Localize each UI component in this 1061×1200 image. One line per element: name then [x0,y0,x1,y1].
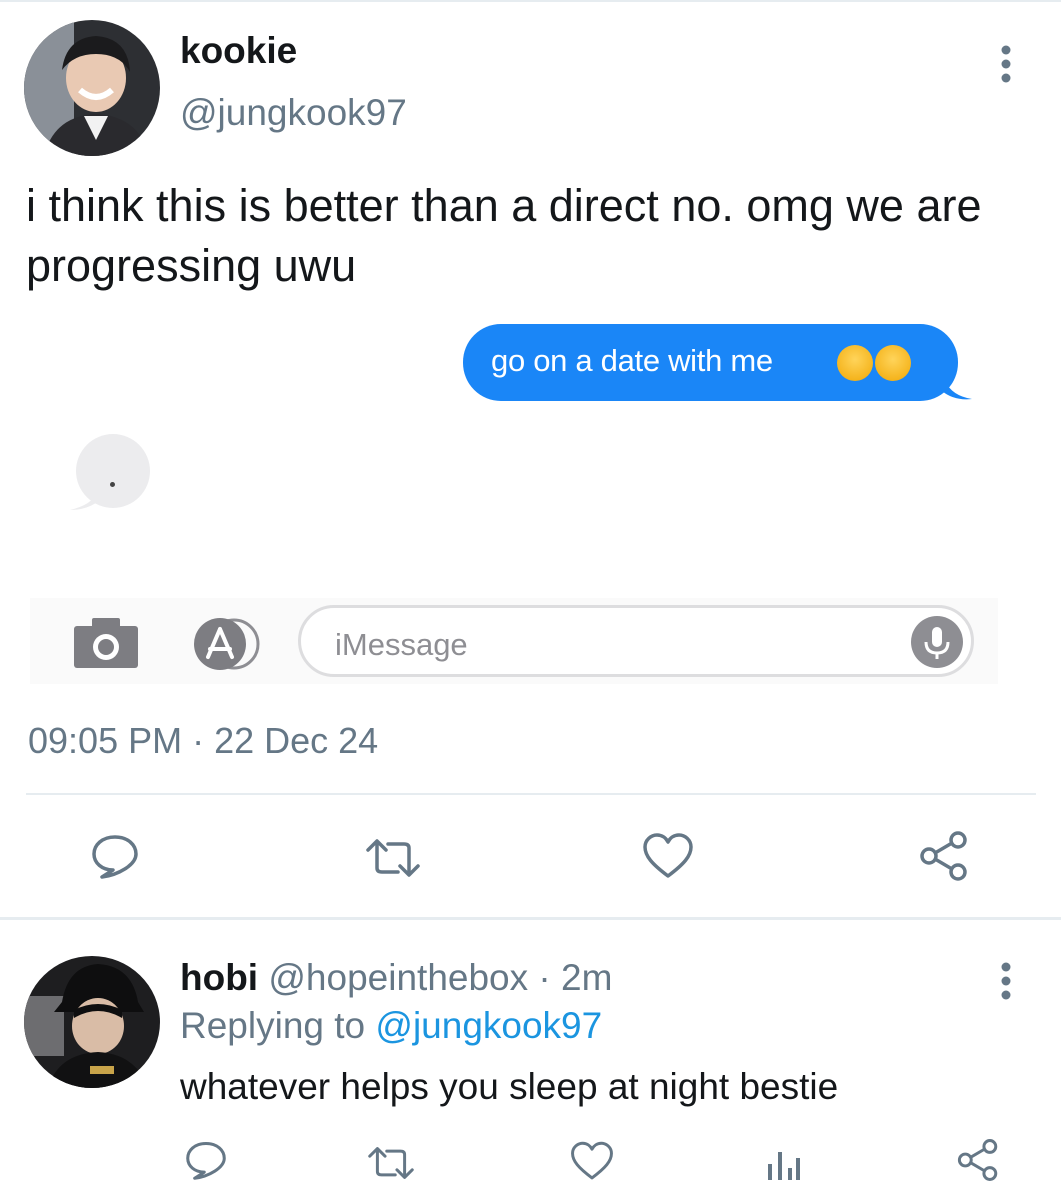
reply-more-options-icon[interactable] [996,961,1016,1006]
more-options-icon[interactable] [996,44,1016,89]
share-icon[interactable] [918,830,970,887]
reply-icon[interactable] [184,1140,228,1185]
camera-icon [72,614,140,675]
imessage-received-bubble [70,434,150,510]
reply-header: hobi @hopeinthebox · 2m [180,957,612,999]
reply-author-avatar[interactable] [24,956,160,1088]
author-avatar[interactable] [24,20,160,156]
imessage-input: iMessage [298,605,974,677]
reply-time[interactable]: 2m [561,957,612,998]
retweet-icon[interactable] [364,838,422,883]
share-icon[interactable] [956,1138,1000,1187]
tweet-timestamp[interactable]: 09:05 PM · 22 Dec 24 [28,720,378,762]
author-handle[interactable]: @jungkook97 [180,92,407,134]
imessage-sent-text: go on a date with me [491,343,773,378]
divider [0,917,1061,920]
replying-to-prefix: Replying to [180,1005,376,1046]
replying-to-line: Replying to @jungkook97 [180,1005,602,1047]
replying-to-link[interactable]: @jungkook97 [375,1005,602,1046]
typing-dot [110,482,115,487]
reply-handle[interactable]: @hopeinthebox [268,957,528,998]
top-divider [0,0,1061,2]
like-icon[interactable] [642,832,694,885]
analytics-icon[interactable] [766,1142,802,1187]
imessage-placeholder: iMessage [335,627,468,662]
smiling-face-with-hearts-icon [837,345,873,381]
reply-icon[interactable] [90,833,140,884]
author-display-name[interactable]: kookie [180,30,297,72]
bubble-tail [942,371,972,400]
imessage-sent-bubble: go on a date with me [463,324,972,401]
microphone-icon [911,616,963,668]
retweet-icon[interactable] [366,1146,416,1185]
reply-display-name[interactable]: hobi [180,957,258,998]
bubble-tail [70,486,100,510]
divider [26,793,1036,795]
app-store-icon [180,617,266,676]
reply-separator: · [528,957,562,998]
tweet-text: i think this is better than a direct no.… [26,180,982,291]
reply-text: whatever helps you sleep at night bestie [180,1066,839,1107]
smiling-face-with-hearts-icon [875,345,911,381]
like-icon[interactable] [570,1140,614,1187]
